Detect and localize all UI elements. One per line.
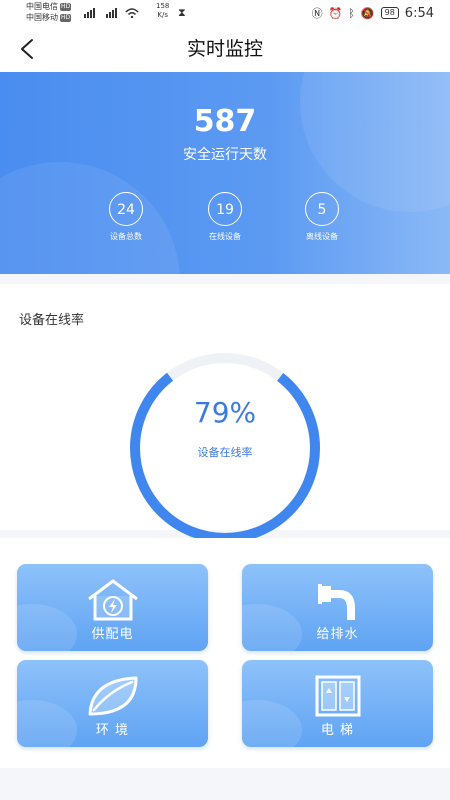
section-title: 设备在线率 [19,313,85,328]
carrier-2: 中国移动 [26,13,58,22]
online-rate-percent: 79% [193,396,257,429]
clock: 6:54 [404,5,434,21]
stat-label: 离线设备 [306,232,338,241]
speed-unit: K/s [157,11,168,19]
nfc-icon: Ⓝ [311,7,323,20]
signal-icons [84,6,144,21]
status-right: Ⓝ ⏰ ᛒ 🔕 98 6:54 [312,5,434,21]
hd-badge: HD [60,13,72,22]
bg-bubble [300,72,450,212]
tile-elevator[interactable]: 电 梯 [242,660,433,747]
page-title: 实时监控 [186,38,263,60]
stat-label: 在线设备 [209,232,241,241]
mute-icon: 🔕 [360,6,375,20]
stat-online-devices[interactable]: 19 在线设备 [185,192,265,242]
carrier-info: 中国电信 HD 中国移动 HD [26,1,72,23]
hd-badge: HD [60,2,72,11]
stat-value: 5 [305,192,339,226]
category-grid: 供配电 给排水 环 境 电 梯 [0,538,450,768]
network-speed: 158 K/s [156,2,169,20]
bluetooth-icon: ᛒ [348,6,355,20]
stat-value: 24 [109,192,143,226]
stat-total-devices[interactable]: 24 设备总数 [86,192,166,242]
water-pipe-icon [317,584,355,620]
tile-label: 电 梯 [320,723,355,738]
safe-days-value: 587 [193,104,257,139]
tile-environment[interactable]: 环 境 [17,660,208,747]
online-rate-card: 设备在线率 79% 设备在线率 [0,284,450,543]
summary-banner: 587 安全运行天数 24 设备总数 19 在线设备 5 离线设备 [0,72,450,274]
safe-days-label: 安全运行天数 [183,147,267,163]
speed-value: 158 [156,2,170,10]
tile-power-supply[interactable]: 供配电 [17,564,208,651]
carrier-1: 中国电信 [26,2,58,11]
tile-label: 环 境 [95,723,130,738]
house-lightning-icon [87,579,138,621]
stat-offline-devices[interactable]: 5 离线设备 [282,192,362,242]
alarm-icon: ⏰ [328,6,343,20]
nav-bar: 实时监控 [0,26,450,72]
battery-icon: 98 [380,7,399,19]
hourglass-icon: ⧗ [178,6,186,19]
elevator-icon [315,675,360,717]
tile-label: 给排水 [316,627,359,642]
stat-value: 19 [208,192,242,226]
stat-label: 设备总数 [110,232,142,241]
online-rate-label: 设备在线率 [197,446,253,459]
tile-label: 供配电 [91,627,134,642]
status-bar: 中国电信 HD 中国移动 HD 158 K/s ⧗ Ⓝ ⏰ ᛒ 🔕 98 6:54 [0,0,450,26]
leaf-icon [88,676,137,716]
tile-water-supply[interactable]: 给排水 [242,564,433,651]
